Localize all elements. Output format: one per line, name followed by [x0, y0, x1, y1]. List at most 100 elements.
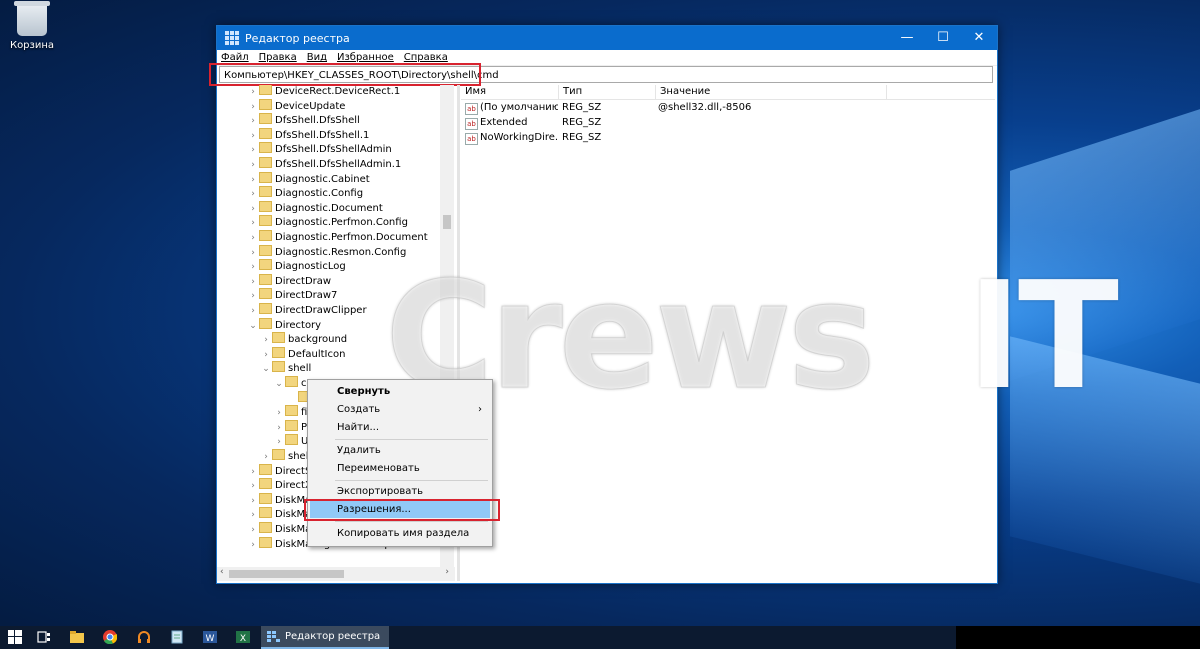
chevron-right-icon[interactable]: ›: [247, 275, 259, 289]
chevron-right-icon[interactable]: ›: [247, 158, 259, 172]
chevron-right-icon[interactable]: ›: [247, 508, 259, 522]
tree-node[interactable]: › DfsShell.DfsShell: [247, 113, 360, 127]
menu-item-collapse[interactable]: Свернуть: [310, 383, 490, 400]
menu-item-export[interactable]: Экспортировать: [310, 483, 490, 500]
column-header-value[interactable]: Значение: [656, 85, 887, 99]
tree-node[interactable]: › DiagnosticLog: [247, 259, 346, 273]
menu-item-new[interactable]: Создать ›: [310, 401, 490, 418]
menu-edit[interactable]: Правка: [259, 52, 297, 63]
tree-node[interactable]: › DefaultIcon: [260, 346, 345, 362]
chevron-right-icon[interactable]: ›: [247, 129, 259, 143]
tree-node[interactable]: ⌄ c: [273, 376, 307, 390]
chevron-right-icon[interactable]: ›: [273, 406, 285, 420]
chevron-right-icon[interactable]: ›: [247, 143, 259, 157]
chevron-right-icon[interactable]: ›: [247, 246, 259, 260]
tree-node[interactable]: › DeviceUpdate: [247, 98, 345, 114]
column-header-type[interactable]: Тип: [559, 85, 656, 99]
chevron-right-icon[interactable]: ›: [247, 173, 259, 187]
chevron-right-icon[interactable]: ›: [273, 435, 285, 449]
excel-icon[interactable]: X: [236, 630, 250, 644]
tree-node[interactable]: › background: [260, 332, 347, 346]
menu-help[interactable]: Справка: [404, 52, 448, 63]
chevron-right-icon[interactable]: ›: [260, 348, 272, 362]
chevron-right-icon[interactable]: ›: [247, 523, 259, 537]
chevron-down-icon[interactable]: ⌄: [273, 377, 285, 391]
close-button[interactable]: ✕: [961, 26, 997, 50]
tree-node[interactable]: › DirectDrawClipper: [247, 303, 367, 317]
tree-node[interactable]: › Diagnostic.Cabinet: [247, 171, 370, 187]
tree-node[interactable]: › U: [273, 434, 308, 448]
chevron-right-icon[interactable]: ›: [247, 231, 259, 245]
word-icon[interactable]: W: [203, 630, 217, 644]
chevron-down-icon[interactable]: ⌄: [247, 319, 259, 333]
menu-item-delete[interactable]: Удалить: [310, 442, 490, 459]
file-explorer-icon[interactable]: [70, 630, 84, 644]
notepad-icon[interactable]: [170, 630, 184, 644]
tree-node[interactable]: › shell: [260, 449, 311, 463]
taskbar-regedit-button[interactable]: Редактор реестра: [261, 626, 389, 649]
tree-node[interactable]: › Diagnostic.Document: [247, 200, 383, 216]
tree-node[interactable]: › DirectDraw7: [247, 288, 337, 302]
list-row[interactable]: ab NoWorkingDire... REG_SZ: [461, 130, 995, 145]
chevron-right-icon[interactable]: ›: [273, 421, 285, 435]
tree-node[interactable]: › Diagnostic.Config: [247, 186, 363, 200]
headphones-app-icon[interactable]: [137, 630, 151, 644]
tree-node[interactable]: › DfsShell.DfsShellAdmin: [247, 142, 392, 156]
chevron-right-icon[interactable]: ›: [247, 304, 259, 318]
menu-favorites[interactable]: Избранное: [337, 52, 394, 63]
column-header-name[interactable]: Имя: [461, 85, 559, 99]
tree-node[interactable]: › DiskMa: [247, 507, 311, 521]
tree-node[interactable]: › DfsShell.DfsShell.1: [247, 127, 369, 143]
chevron-right-icon[interactable]: ›: [247, 202, 259, 216]
list-row[interactable]: ab Extended REG_SZ: [461, 115, 995, 130]
tree-node[interactable]: › DiskMa: [247, 492, 311, 508]
menu-view[interactable]: Вид: [307, 52, 327, 63]
menu-item-copy-key-name[interactable]: Копировать имя раздела: [310, 525, 490, 542]
scroll-left-arrow-icon[interactable]: ‹: [220, 567, 224, 577]
minimize-button[interactable]: —: [889, 26, 925, 50]
tree-node[interactable]: ⌄ shell: [260, 361, 311, 375]
tree-node[interactable]: ⌄ Directory: [247, 317, 321, 333]
chevron-right-icon[interactable]: ›: [247, 479, 259, 493]
recycle-bin[interactable]: Корзина: [6, 1, 58, 51]
windows-start-icon[interactable]: [8, 630, 22, 644]
chevron-right-icon[interactable]: ›: [247, 114, 259, 128]
tree-node[interactable]: › DiskMa: [247, 522, 311, 536]
tree-node-label: Diagnostic.Document: [275, 202, 383, 214]
list-row[interactable]: ab (По умолчанию) REG_SZ @shell32.dll,-85…: [461, 100, 995, 115]
chevron-right-icon[interactable]: ›: [260, 333, 272, 347]
title-bar[interactable]: Редактор реестра — ☐ ✕: [217, 26, 997, 50]
chevron-right-icon[interactable]: ›: [247, 465, 259, 479]
tree-node[interactable]: › fi: [273, 405, 307, 419]
tree-node[interactable]: › DfsShell.DfsShellAdmin.1: [247, 157, 401, 171]
chevron-right-icon[interactable]: ›: [260, 450, 272, 464]
chevron-right-icon[interactable]: ›: [247, 100, 259, 114]
chevron-right-icon[interactable]: ›: [247, 85, 259, 99]
maximize-button[interactable]: ☐: [925, 26, 961, 50]
chevron-right-icon[interactable]: ›: [247, 289, 259, 303]
chevron-right-icon[interactable]: ›: [247, 216, 259, 230]
chevron-right-icon[interactable]: ›: [247, 187, 259, 201]
menu-file[interactable]: Файл: [221, 52, 249, 63]
chevron-right-icon[interactable]: ›: [247, 494, 259, 508]
tree-node[interactable]: › DirectSl: [247, 463, 314, 479]
tree-node[interactable]: › DirectDraw: [247, 273, 331, 289]
chrome-icon[interactable]: [103, 630, 117, 644]
menu-item-find[interactable]: Найти...: [310, 419, 490, 436]
task-view-icon[interactable]: [37, 630, 51, 644]
chevron-right-icon[interactable]: ›: [247, 260, 259, 274]
scroll-thumb[interactable]: [443, 215, 451, 229]
menu-item-rename[interactable]: Переименовать: [310, 460, 490, 477]
tree-node[interactable]: › Diagnostic.Perfmon.Config: [247, 215, 408, 229]
tree-node[interactable]: › DirectX: [247, 478, 312, 492]
tree-node[interactable]: › Diagnostic.Perfmon.Document: [247, 230, 428, 244]
chevron-right-icon[interactable]: ›: [247, 538, 259, 552]
scroll-thumb[interactable]: [229, 570, 344, 578]
tree-node[interactable]: › DeviceRect.DeviceRect.1: [247, 85, 400, 98]
scroll-right-arrow-icon[interactable]: ›: [445, 567, 449, 577]
tree-horizontal-scrollbar[interactable]: ‹ ›: [217, 567, 455, 581]
chevron-down-icon[interactable]: ⌄: [260, 362, 272, 376]
value-type: REG_SZ: [562, 117, 602, 128]
tree-node[interactable]: › P: [273, 419, 307, 435]
tree-node[interactable]: › Diagnostic.Resmon.Config: [247, 244, 406, 260]
